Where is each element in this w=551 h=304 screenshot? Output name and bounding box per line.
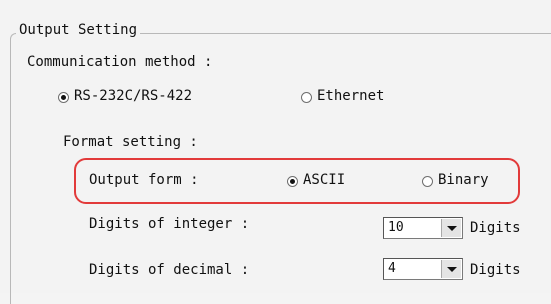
radio-ethernet[interactable] — [301, 92, 312, 103]
digits-decimal-unit: Digits — [470, 262, 521, 278]
radio-rs232[interactable] — [58, 92, 69, 103]
digits-integer-select[interactable]: 10 — [383, 217, 463, 239]
radio-rs232-label[interactable]: RS-232C/RS-422 — [74, 88, 192, 104]
communication-method-label: Communication method : — [27, 54, 213, 70]
digits-integer-unit: Digits — [470, 220, 521, 236]
format-setting-label: Format setting : — [63, 134, 198, 150]
radio-binary-label[interactable]: Binary — [438, 172, 489, 188]
group-title: Output Setting — [16, 22, 141, 38]
output-setting-panel: Output Setting Communication method : RS… — [0, 0, 551, 304]
digits-decimal-value: 4 — [388, 261, 396, 276]
radio-ethernet-label[interactable]: Ethernet — [317, 88, 384, 104]
digits-integer-label: Digits of integer : — [89, 216, 250, 232]
chevron-down-icon[interactable] — [441, 260, 461, 278]
output-form-label: Output form : — [89, 172, 199, 188]
radio-ascii-label[interactable]: ASCII — [303, 172, 345, 188]
radio-binary[interactable] — [422, 176, 433, 187]
digits-integer-value: 10 — [388, 220, 404, 235]
digits-decimal-select[interactable]: 4 — [383, 258, 463, 280]
chevron-down-icon[interactable] — [441, 219, 461, 237]
radio-ascii[interactable] — [287, 176, 298, 187]
digits-decimal-label: Digits of decimal : — [89, 262, 250, 278]
